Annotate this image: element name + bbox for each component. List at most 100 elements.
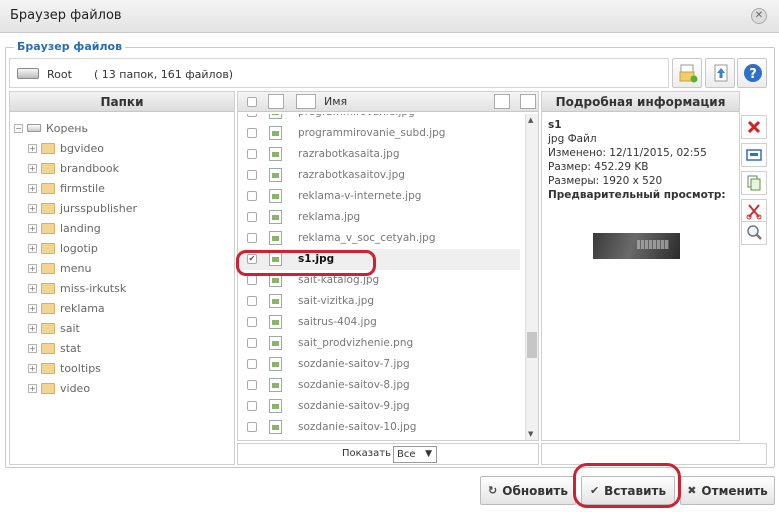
file-list: programmirovanie.jpg programmirovanie_sub… [238,114,526,440]
file-list-scrollbar[interactable]: ▲ ▼ [525,114,538,440]
file-checkbox[interactable] [247,296,257,306]
expand-icon[interactable]: + [28,243,37,253]
file-row[interactable]: saitrus-404.jpg [238,312,520,333]
insert-button[interactable]: ✔ Вставить [581,476,675,505]
expand-icon[interactable]: + [28,223,37,233]
list-view-icon[interactable] [494,94,510,109]
tree-root[interactable]: − Корень [14,118,88,138]
file-row[interactable]: razrabotkasaita.jpg [238,144,520,165]
folder-item[interactable]: + bgvideo [28,138,104,158]
expand-icon[interactable]: + [28,343,37,353]
folder-item[interactable]: + sait [28,318,80,338]
refresh-button[interactable]: ↻ Обновить [480,476,576,505]
expand-icon[interactable]: + [28,263,37,273]
file-row[interactable]: sait_prodvizhenie.png [238,333,520,354]
zoom-button[interactable] [741,221,767,245]
cancel-button[interactable]: ✖ Отменить [680,476,775,505]
upload-button[interactable] [705,58,735,88]
file-row[interactable]: sait-vizitka.jpg [238,291,520,312]
folder-item[interactable]: + jursspublisher [28,198,137,218]
image-file-icon [269,357,282,371]
close-icon[interactable]: ✕ [751,8,767,24]
file-row[interactable]: reklama.jpg [238,207,520,228]
expand-icon[interactable]: + [28,283,37,293]
image-file-icon [269,189,282,203]
scroll-down-icon[interactable]: ▼ [528,430,533,438]
expand-icon[interactable]: + [28,163,37,173]
thumbnail-view-icon[interactable] [520,94,536,109]
file-row[interactable]: sozdanie-saitov-7.jpg [238,354,520,375]
file-checkbox[interactable] [247,359,257,369]
file-row[interactable]: reklama-v-internete.jpg [238,186,520,207]
column-options-icon[interactable] [296,94,316,109]
file-row[interactable]: sozdanie-saitov-10.jpg [238,417,520,438]
file-checkbox[interactable] [247,212,257,222]
folder-item[interactable]: + logotip [28,238,98,258]
folder-item[interactable]: + menu [28,258,91,278]
file-row[interactable]: programmirovanie_subd.jpg [238,123,520,144]
file-checkbox[interactable] [247,422,257,432]
file-name: sozdanie-saitov-10.jpg [298,421,417,433]
file-row[interactable]: razrabotkasaitov.jpg [238,165,520,186]
new-folder-button[interactable] [672,58,702,88]
folder-item[interactable]: + video [28,378,90,398]
folder-item[interactable]: + tooltips [28,358,101,378]
expand-icon[interactable]: + [28,303,37,313]
help-button[interactable]: ? [737,58,767,88]
file-row[interactable]: reklama_v_soc_cetyah.jpg [238,228,520,249]
rename-button[interactable] [741,143,767,167]
expand-icon[interactable]: + [28,363,37,373]
show-select[interactable]: Все ▼ [393,446,437,463]
expand-icon[interactable]: + [28,383,37,393]
file-checkbox[interactable] [247,191,257,201]
folder-item[interactable]: + brandbook [28,158,119,178]
folder-item[interactable]: + stat [28,338,81,358]
folder-tree: − Корень + bgvideo + brandbook + firmstile + ju… [10,114,234,464]
scroll-up-icon[interactable]: ▲ [528,116,533,124]
cancel-icon: ✖ [687,484,697,497]
expand-icon[interactable]: + [28,323,37,333]
file-name: s1.jpg [298,253,335,265]
expand-icon[interactable]: + [28,203,37,213]
folder-item[interactable]: + landing [28,218,101,238]
path-summary: ( 13 папок, 161 файлов) [94,68,234,81]
select-all-checkbox[interactable] [247,97,257,107]
file-checkbox[interactable] [247,149,257,159]
image-file-icon [269,294,282,308]
file-name: reklama.jpg [298,211,361,223]
folder-item[interactable]: + reklama [28,298,105,318]
cut-button[interactable] [741,199,767,223]
scroll-thumb[interactable] [527,332,537,358]
file-row[interactable]: sait-katalog.jpg [238,270,520,291]
file-checkbox[interactable] [247,380,257,390]
file-row[interactable]: sozdanie-saitov-8.jpg [238,375,520,396]
file-checkbox[interactable] [247,401,257,411]
file-checkbox[interactable] [247,128,257,138]
folder-label: menu [60,261,92,275]
file-row[interactable]: programmirovanie.jpg [238,114,520,123]
expand-icon[interactable]: + [28,143,37,153]
copy-button[interactable] [741,171,767,195]
file-checkbox[interactable] [247,114,257,117]
file-checkbox[interactable] [247,233,257,243]
file-row[interactable]: sozdanie-saitov-9.jpg [238,396,520,417]
folder-item[interactable]: + miss-irkutsk [28,278,126,298]
file-checkbox[interactable] [247,317,257,327]
file-checkbox[interactable]: ✔ [247,254,257,264]
folder-icon [41,222,55,234]
file-checkbox[interactable] [247,170,257,180]
collapse-icon[interactable]: − [14,123,23,133]
name-column-header[interactable]: Имя [324,95,347,108]
path-bar: Root ( 13 папок, 161 файлов) [9,58,669,88]
file-checkbox[interactable] [247,275,257,285]
folder-icon [41,322,55,334]
file-row[interactable]: ✔ s1.jpg [238,249,520,270]
path-root[interactable]: Root [47,68,72,81]
folder-icon [41,242,55,254]
expand-icon[interactable]: + [28,183,37,193]
sort-icon[interactable] [268,94,284,109]
folder-item[interactable]: + firmstile [28,178,105,198]
file-checkbox[interactable] [247,338,257,348]
chevron-down-icon: ▼ [425,449,432,459]
delete-button[interactable] [741,115,767,139]
